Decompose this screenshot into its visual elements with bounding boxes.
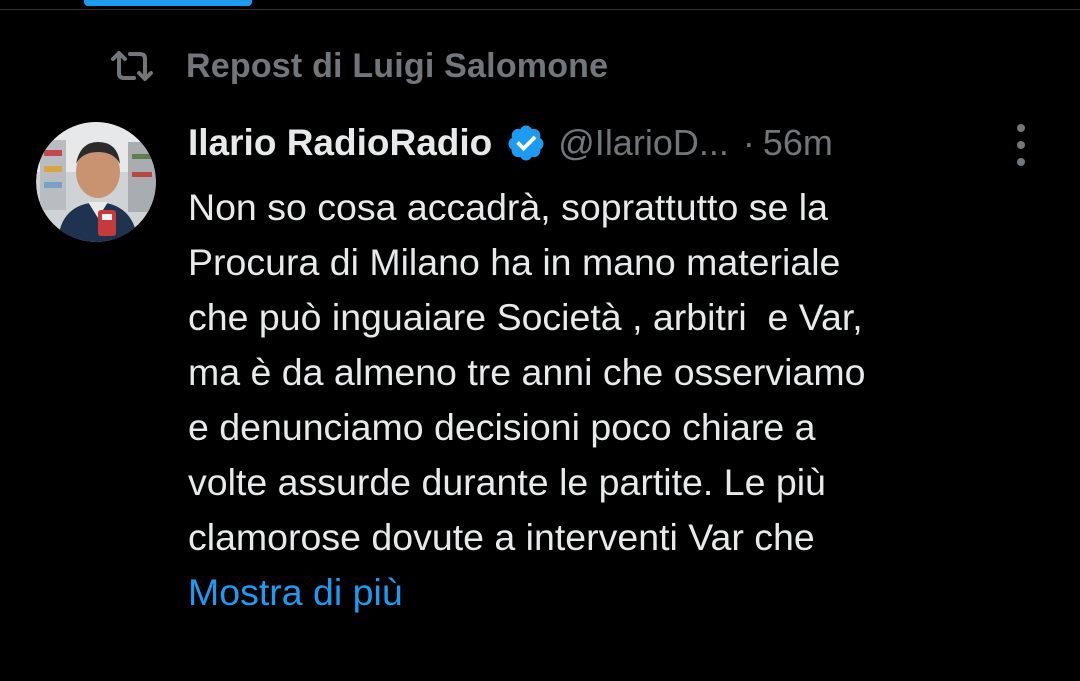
tweet-text-line: volte assurde durante le partite. Le più bbox=[188, 461, 826, 503]
repost-context[interactable]: Repost di Luigi Salomone bbox=[108, 44, 608, 88]
header-separator: · bbox=[742, 122, 755, 163]
tweet-text-line: che può inguaiare Società , arbitri e Va… bbox=[188, 296, 863, 338]
repost-label: Repost di Luigi Salomone bbox=[186, 46, 609, 85]
tweet-timestamp[interactable]: 56m bbox=[763, 122, 833, 164]
tweet-header: Ilario RadioRadio @IlarioD... · 56m bbox=[188, 118, 1060, 168]
tweet-text-line: e denunciamo decisioni poco chiare a bbox=[188, 406, 816, 448]
avatar[interactable] bbox=[36, 122, 156, 242]
tweet-text-line: Non so cosa accadrà, soprattutto se la bbox=[188, 186, 828, 228]
verified-badge-icon bbox=[506, 123, 546, 163]
tweet-text-line: clamorose dovute a interventi Var che bbox=[188, 516, 815, 558]
author-display-name[interactable]: Ilario RadioRadio bbox=[188, 122, 492, 164]
top-divider bbox=[0, 9, 1080, 10]
tweet-text-line: ma è da almeno tre anni che osserviamo bbox=[188, 351, 866, 393]
tweet-text: Non so cosa accadrà, soprattutto se la P… bbox=[188, 180, 1068, 620]
tweet-page: Repost di Luigi Salomone Ilario RadioRad… bbox=[0, 0, 1080, 681]
more-vertical-icon[interactable] bbox=[1006, 124, 1036, 166]
author-handle[interactable]: @IlarioD... bbox=[558, 122, 729, 164]
repost-icon bbox=[108, 46, 156, 86]
tweet-text-line: Procura di Milano ha in mano materiale bbox=[188, 241, 841, 283]
show-more-link[interactable]: Mostra di più bbox=[188, 565, 403, 620]
active-tab-indicator bbox=[84, 0, 252, 6]
